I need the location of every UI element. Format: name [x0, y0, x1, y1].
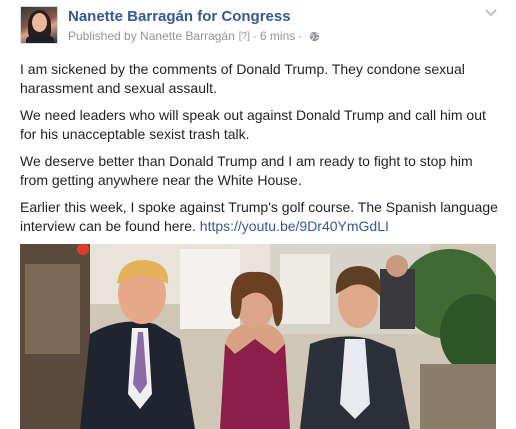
- post-text: I am sickened by the comments of Donald …: [20, 60, 504, 244]
- youtube-link[interactable]: https://youtu.be/9Dr40YmGdLI: [200, 218, 389, 234]
- post-paragraph-1: I am sickened by the comments of Donald …: [20, 61, 465, 96]
- page-avatar[interactable]: [20, 6, 58, 44]
- avatar-face: [32, 13, 47, 32]
- avatar-shirt: [26, 34, 54, 43]
- window: [180, 249, 240, 329]
- post-photo[interactable]: [20, 244, 496, 429]
- post-paragraph-4: Earlier this week, I spoke against Trump…: [20, 198, 504, 236]
- post-paragraph-3: We deserve better than Donald Trump and …: [20, 153, 473, 188]
- floor-right: [420, 364, 496, 429]
- page-name-link[interactable]: Nanette Barragán for Congress: [68, 8, 291, 25]
- facebook-post: Nanette Barragán for Congress Published …: [0, 0, 516, 429]
- published-by-text: Published by Nanette Barragán: [68, 29, 235, 43]
- woman-dress: [220, 339, 290, 429]
- wall-frame: [25, 264, 80, 354]
- bg-person: [380, 269, 415, 329]
- meta-separator: ·: [252, 29, 257, 43]
- post-time[interactable]: 6 mins: [260, 29, 295, 43]
- man-right-shirt: [340, 339, 370, 419]
- chevron-down-icon[interactable]: [484, 8, 498, 18]
- photo-illustration: [20, 244, 496, 429]
- globe-icon[interactable]: [309, 31, 320, 42]
- bg-person-head: [386, 255, 408, 277]
- meta-separator: ·: [298, 29, 303, 43]
- info-marker[interactable]: [?]: [239, 31, 250, 42]
- post-meta: Published by Nanette Barragán [?] · 6 mi…: [68, 29, 320, 43]
- back-window: [280, 254, 330, 324]
- post-paragraph-2: We need leaders who will speak out again…: [20, 107, 486, 142]
